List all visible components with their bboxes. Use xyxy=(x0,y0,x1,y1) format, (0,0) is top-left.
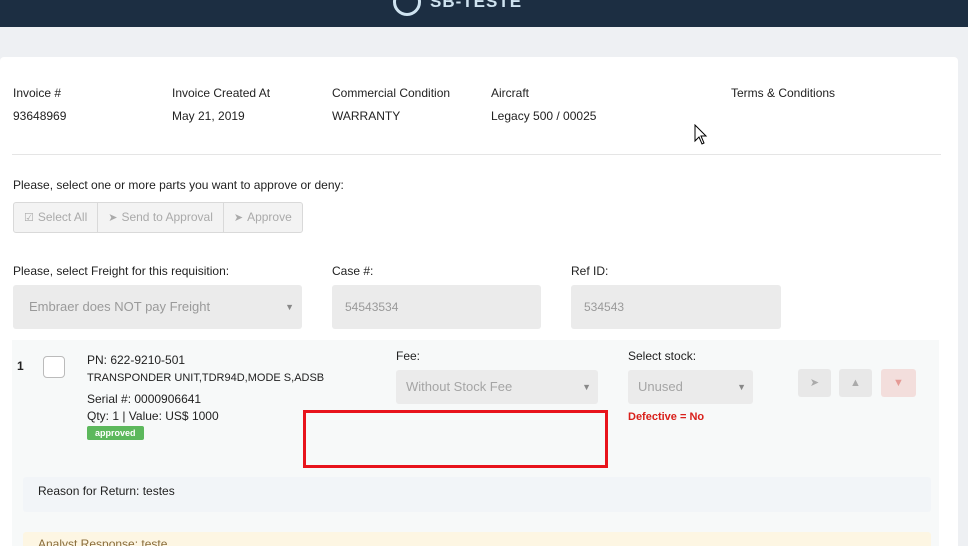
aircraft-label: Aircraft xyxy=(491,86,530,100)
brand-title: SB-TESTE xyxy=(430,0,523,11)
freight-label: Please, select Freight for this requisit… xyxy=(13,264,230,278)
defective-status: Defective = No xyxy=(628,411,705,423)
top-bar: SB-TESTE xyxy=(0,0,968,27)
paper-plane-icon: ➤ xyxy=(809,377,820,389)
send-part-button[interactable]: ➤ xyxy=(798,369,831,397)
parts-action-group: ☑ Select All ➤ Send to Approval ➤ Approve xyxy=(13,202,303,233)
approve-part-button[interactable]: ▲ xyxy=(839,369,872,397)
reason-for-return: Reason for Return: testes xyxy=(23,477,931,512)
select-all-button[interactable]: ☑ Select All xyxy=(14,203,99,232)
caret-down-icon: ▼ xyxy=(285,302,294,312)
paper-plane-icon: ➤ xyxy=(233,212,244,224)
stock-label: Select stock: xyxy=(628,349,697,363)
fee-select[interactable]: Without Stock Fee ▼ xyxy=(396,370,598,404)
paper-plane-icon: ➤ xyxy=(108,212,118,224)
part-description: TRANSPONDER UNIT,TDR94D,MODE S,ADSB xyxy=(87,372,325,384)
part-serial: Serial #: 0000906641 xyxy=(87,392,202,406)
caret-down-icon: ▼ xyxy=(582,382,591,392)
terms-conditions-link[interactable]: Terms & Conditions xyxy=(731,86,835,100)
stock-select[interactable]: Unused ▼ xyxy=(628,370,753,404)
invoice-created-value: May 21, 2019 xyxy=(172,109,245,123)
part-checkbox[interactable] xyxy=(43,356,65,378)
case-label: Case #: xyxy=(332,264,374,278)
part-index: 1 xyxy=(17,359,24,373)
aircraft-value: Legacy 500 / 00025 xyxy=(491,109,597,123)
parts-instruction: Please, select one or more parts you wan… xyxy=(13,178,344,192)
invoice-created-label: Invoice Created At xyxy=(172,86,271,100)
divider xyxy=(12,154,941,155)
approve-button[interactable]: ➤ Approve xyxy=(224,203,302,232)
mouse-cursor-icon xyxy=(694,124,708,145)
commercial-condition-value: WARRANTY xyxy=(332,109,401,123)
part-qty-value: Qty: 1 | Value: US$ 1000 xyxy=(87,409,219,423)
invoice-number-value: 93648969 xyxy=(13,109,67,123)
ref-id-label: Ref ID: xyxy=(571,264,609,278)
thumbs-up-icon: ▲ xyxy=(850,377,861,389)
status-badge: approved xyxy=(87,426,144,440)
fee-label: Fee: xyxy=(396,349,421,363)
case-input[interactable]: 54543534 xyxy=(332,285,541,329)
commercial-condition-label: Commercial Condition xyxy=(332,86,451,100)
freight-select[interactable]: Embraer does NOT pay Freight ▼ xyxy=(13,285,302,329)
deny-part-button[interactable]: ▼ xyxy=(881,369,916,397)
checkbox-icon: ☑ xyxy=(24,212,34,224)
caret-down-icon: ▼ xyxy=(737,382,746,392)
send-to-approval-button[interactable]: ➤ Send to Approval xyxy=(98,203,224,232)
highlight-box xyxy=(303,410,608,468)
part-pn: PN: 622-9210-501 xyxy=(87,353,186,367)
thumbs-down-icon: ▼ xyxy=(893,377,904,389)
logo-icon xyxy=(393,0,421,16)
invoice-number-label: Invoice # xyxy=(13,86,62,100)
analyst-response: Analyst Response: teste xyxy=(23,532,931,546)
ref-id-input[interactable]: 534543 xyxy=(571,285,781,329)
